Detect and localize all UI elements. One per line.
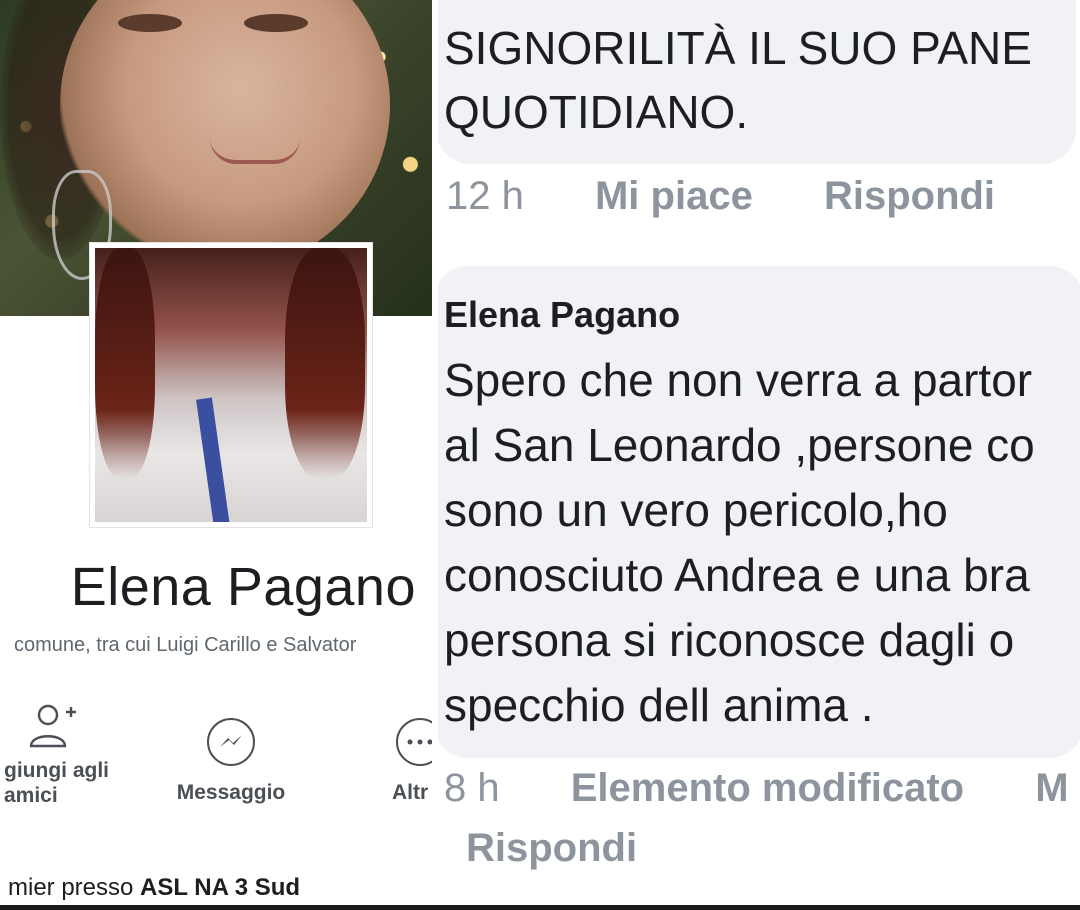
- comments-panel: SIGNORILITÀ IL SUO PANE QUOTIDIANO. 12 h…: [438, 0, 1080, 910]
- cover-eye-left: [118, 14, 182, 32]
- comment-time: 8 h: [444, 766, 500, 810]
- comment-text-line: Spero che non verra a partor: [444, 354, 1033, 406]
- comment-text-line: SIGNORILITÀ IL SUO PANE: [444, 22, 1032, 74]
- cover-eye-right: [244, 14, 308, 32]
- more-icon: [396, 718, 432, 766]
- avatar-hair-left: [95, 248, 155, 478]
- avatar: [95, 248, 367, 522]
- add-friend-icon: [29, 704, 76, 748]
- edited-label[interactable]: Elemento modificato: [571, 766, 964, 810]
- messenger-icon: [207, 718, 255, 766]
- add-friend-label: giungi agli amici: [4, 759, 109, 808]
- comment-time: 12 h: [446, 174, 524, 218]
- add-friend-button[interactable]: giungi agli amici: [0, 700, 128, 808]
- message-label: Messaggio: [176, 781, 286, 804]
- comment-author[interactable]: Elena Pagano: [444, 294, 680, 336]
- workplace-prefix: mier presso: [8, 874, 141, 901]
- comment-text-line: sono un vero pericolo,ho: [444, 484, 948, 536]
- more-button[interactable]: Altr: [388, 718, 432, 805]
- comment-text-line: specchio dell anima .: [444, 679, 874, 731]
- reply-link[interactable]: Rispondi: [466, 826, 637, 870]
- like-link[interactable]: Mi piace: [595, 174, 753, 218]
- avatar-hair-right: [285, 248, 365, 478]
- cover-smile: [210, 138, 300, 164]
- mutual-friends-text[interactable]: comune, tra cui Luigi Carillo e Salvator: [14, 634, 432, 657]
- reply-link[interactable]: Rispondi: [824, 174, 995, 218]
- bottom-border: [0, 905, 1080, 910]
- profile-name: Elena Pagano: [70, 557, 416, 617]
- comment-text-line: QUOTIDIANO.: [444, 86, 749, 138]
- comment-text-line: conosciuto Andrea e una bra: [444, 549, 1030, 601]
- workplace-link[interactable]: ASL NA 3 Sud: [140, 874, 300, 901]
- profile-picture[interactable]: [89, 242, 373, 528]
- comment-meta: 12 h Mi piace Rispondi: [446, 174, 995, 219]
- workplace-info: mier presso ASL NA 3 Sud: [8, 874, 300, 902]
- more-label: Altr: [392, 781, 429, 804]
- comment-text-line: al San Leonardo ,persone co: [444, 419, 1035, 471]
- comment-meta: 8 h Elemento modificato M: [444, 766, 1069, 811]
- like-link[interactable]: M: [1035, 766, 1068, 810]
- message-button[interactable]: Messaggio: [156, 718, 306, 805]
- avatar-lanyard: [196, 397, 230, 522]
- comment-meta-row2: Rispondi: [466, 826, 637, 871]
- profile-panel: Elena Pagano comune, tra cui Luigi Caril…: [0, 0, 432, 910]
- comment-text-line: persona si riconosce dagli o: [444, 614, 1015, 666]
